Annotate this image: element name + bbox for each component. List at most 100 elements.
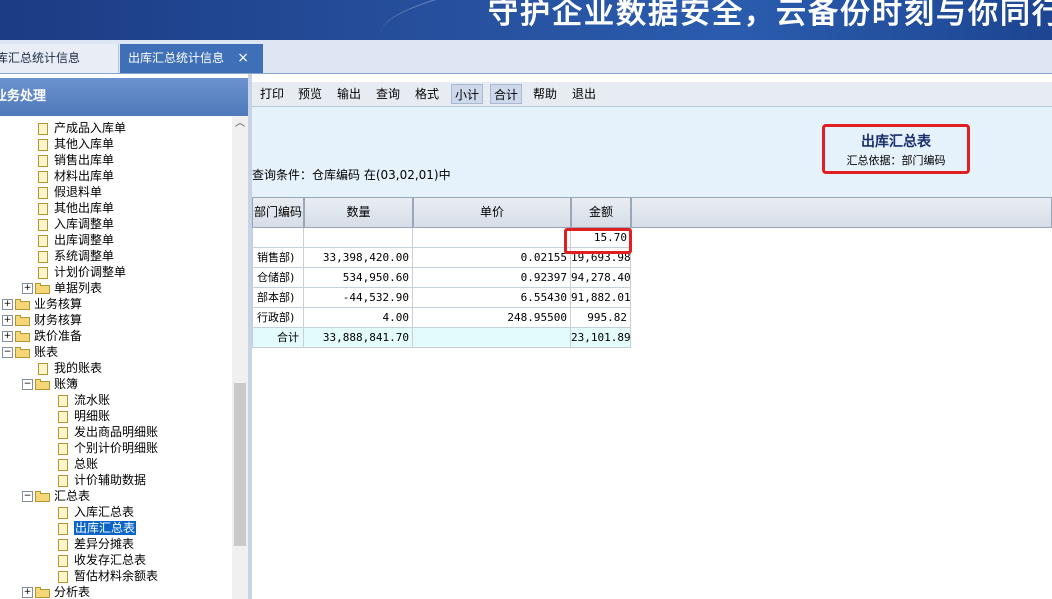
scroll-up-icon[interactable]: ︿: [232, 116, 248, 132]
document-icon: [38, 218, 48, 231]
tree-item[interactable]: 差异分摊表: [58, 536, 134, 552]
total-cell[interactable]: 33,888,841.70: [304, 328, 413, 348]
table-cell[interactable]: 534,950.60: [304, 268, 413, 288]
document-icon: [38, 202, 48, 215]
table-cell[interactable]: 行政部): [252, 308, 304, 328]
scrollbar-thumb[interactable]: [234, 383, 246, 546]
tree-item-label: 分析表: [54, 585, 91, 599]
toolbar-button[interactable]: 输出: [335, 84, 363, 104]
table-cell[interactable]: 仓储部): [252, 268, 304, 288]
table-cell[interactable]: 销售部): [252, 248, 304, 268]
expand-icon[interactable]: +: [2, 315, 13, 326]
toolbar-button[interactable]: 帮助: [530, 84, 560, 104]
table-cell[interactable]: 995.82: [571, 308, 631, 328]
tree-item-label: 汇总表: [54, 489, 91, 503]
highlight-box: [564, 228, 632, 254]
toolbar-button[interactable]: 打印: [258, 84, 286, 104]
toolbar-button[interactable]: 格式: [412, 84, 442, 104]
tree-item-label: 跌价准备: [34, 329, 83, 343]
tree-scrollbar[interactable]: ︿: [232, 116, 248, 599]
table-cell[interactable]: [252, 228, 304, 248]
total-cell[interactable]: [413, 328, 571, 348]
expand-icon[interactable]: +: [22, 283, 33, 294]
expand-icon[interactable]: +: [2, 331, 13, 342]
table-cell[interactable]: 4.00: [304, 308, 413, 328]
expand-icon[interactable]: +: [2, 299, 13, 310]
table-cell[interactable]: 91,882.01: [571, 288, 631, 308]
panel-header[interactable]: 业务处理: [0, 78, 248, 116]
tree-item[interactable]: 暂估材料余额表: [58, 568, 158, 584]
table-cell[interactable]: 部本部): [252, 288, 304, 308]
tab-inbound-summary[interactable]: 库汇总统计信息: [0, 44, 119, 73]
table-cell[interactable]: 248.95500: [413, 308, 571, 328]
table-cell[interactable]: 33,398,420.00: [304, 248, 413, 268]
table-cell[interactable]: [304, 228, 413, 248]
tree-item-label: 其他入库单: [54, 137, 115, 151]
document-icon: [58, 410, 68, 423]
tree-item[interactable]: 计划价调整单: [38, 264, 126, 280]
collapse-icon[interactable]: −: [22, 491, 33, 502]
expand-icon[interactable]: +: [22, 587, 33, 598]
header-banner: 守护企业数据安全，云备份时刻与你同行: [0, 0, 1052, 40]
tree-item[interactable]: 材料出库单: [38, 168, 114, 184]
tree-item[interactable]: 其他出库单: [38, 200, 114, 216]
collapse-icon[interactable]: −: [2, 347, 13, 358]
tree-item[interactable]: 计价辅助数据: [58, 472, 146, 488]
tree-item[interactable]: 假退料单: [38, 184, 102, 200]
column-header[interactable]: 金额: [571, 197, 631, 228]
tab-outbound-summary[interactable]: 出库汇总统计信息 ×: [120, 44, 263, 73]
tree-item[interactable]: 其他入库单: [38, 136, 114, 152]
tree-item[interactable]: + 分析表: [22, 584, 90, 599]
tree-item[interactable]: + 单据列表: [22, 280, 102, 296]
toolbar-button[interactable]: 查询: [374, 84, 402, 104]
table-cell[interactable]: 0.92397: [413, 268, 571, 288]
tree-item[interactable]: + 财务核算: [2, 312, 82, 328]
tree-item[interactable]: 产成品入库单: [38, 120, 126, 136]
header-filler: [631, 197, 1052, 228]
tree-item[interactable]: 我的账表: [38, 360, 102, 376]
document-icon: [58, 538, 68, 551]
toolbar-button[interactable]: 小计: [451, 84, 483, 104]
document-icon: [38, 234, 48, 247]
tree-item[interactable]: 发出商品明细账: [58, 424, 158, 440]
collapse-icon[interactable]: −: [22, 379, 33, 390]
table-cell[interactable]: [413, 228, 571, 248]
tree-item[interactable]: − 账表: [2, 344, 58, 360]
tree-item[interactable]: 出库调整单: [38, 232, 114, 248]
tree-item-label: 流水账: [74, 393, 111, 407]
tree-item-label: 我的账表: [54, 361, 103, 375]
tree-item[interactable]: 总账: [58, 456, 98, 472]
folder-icon: [35, 379, 51, 390]
toolbar-button[interactable]: 预览: [296, 84, 324, 104]
total-cell[interactable]: 合计: [252, 328, 304, 348]
column-header[interactable]: 单价: [413, 197, 571, 228]
tree-item[interactable]: 流水账: [58, 392, 110, 408]
close-icon[interactable]: ×: [237, 44, 249, 73]
tree-item[interactable]: 入库汇总表: [58, 504, 134, 520]
table-cell[interactable]: 94,278.40: [571, 268, 631, 288]
tab-bar: 库汇总统计信息 出库汇总统计信息 ×: [0, 40, 1052, 74]
tree-item[interactable]: 出库汇总表: [58, 520, 137, 536]
tree-item[interactable]: 明细账: [58, 408, 110, 424]
tree-item[interactable]: + 跌价准备: [2, 328, 82, 344]
folder-icon: [15, 331, 31, 342]
tree-item[interactable]: + 业务核算: [2, 296, 82, 312]
query-condition: 查询条件：仓库编码 在(03,02,01)中: [252, 168, 451, 182]
table-cell[interactable]: -44,532.90: [304, 288, 413, 308]
toolbar-button[interactable]: 合计: [490, 84, 522, 104]
toolbar-button[interactable]: 退出: [568, 84, 600, 104]
tree-item-label: 财务核算: [34, 313, 83, 327]
column-header[interactable]: 数量: [304, 197, 413, 228]
tree-item[interactable]: 入库调整单: [38, 216, 114, 232]
tree-item[interactable]: 收发存汇总表: [58, 552, 146, 568]
tree-item[interactable]: 销售出库单: [38, 152, 114, 168]
table-cell[interactable]: 6.55430: [413, 288, 571, 308]
table-cell[interactable]: 0.02155: [413, 248, 571, 268]
tree-item[interactable]: 个别计价明细账: [58, 440, 158, 456]
column-header[interactable]: 部门编码: [252, 197, 304, 228]
tree-item[interactable]: − 汇总表: [22, 488, 90, 504]
total-cell[interactable]: 23,101.89: [571, 328, 631, 348]
tab-label: 库汇总统计信息: [0, 51, 81, 65]
tree-item[interactable]: − 账簿: [22, 376, 78, 392]
tree-item[interactable]: 系统调整单: [38, 248, 114, 264]
